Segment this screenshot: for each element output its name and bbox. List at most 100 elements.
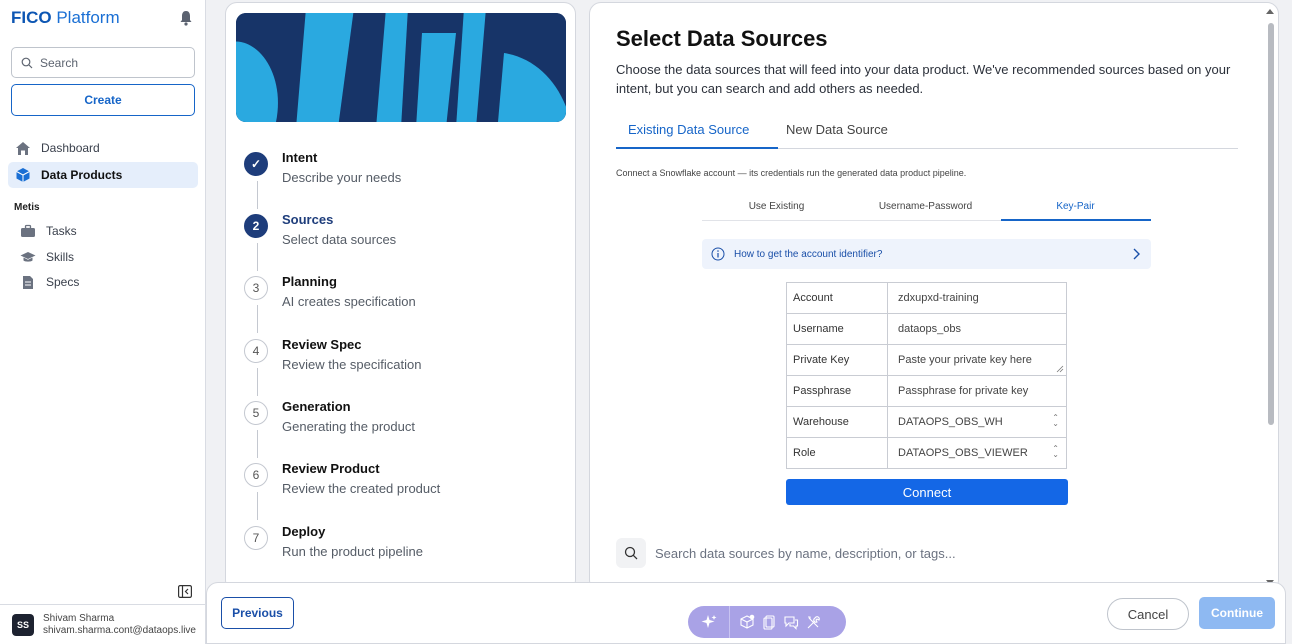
form-row-account: Account zdxupxd-training (786, 282, 1068, 314)
passphrase-placeholder: Passphrase for private key (898, 385, 1029, 397)
data-source-search-input[interactable]: Search data sources by name, description… (616, 538, 1256, 568)
step-description: Select data sources (282, 232, 397, 247)
step-number: 6 (244, 463, 268, 487)
username-input[interactable]: dataops_obs (887, 313, 1067, 345)
cube-icon (16, 168, 30, 182)
sidebar: FICO Platform Search Create Dashboard Da… (0, 0, 206, 644)
step-number: 4 (244, 339, 268, 363)
previous-button[interactable]: Previous (221, 597, 294, 629)
form-row-warehouse: Warehouse DATAOPS_OBS_WH ⌃ ⌄ (786, 406, 1068, 438)
step-number: 2 (244, 214, 268, 238)
connection-hint: Connect a Snowflake account — its creden… (616, 168, 967, 178)
step-title: Deploy (282, 524, 326, 539)
subtab-username-password[interactable]: Username-Password (851, 201, 1000, 212)
form-row-private-key: Private Key Paste your private key here (786, 344, 1068, 376)
steps-panel: ✓ Intent Describe your needs 2 Sources S… (225, 2, 576, 592)
create-button[interactable]: Create (11, 84, 195, 116)
warehouse-value: DATAOPS_OBS_WH (898, 416, 1003, 428)
user-profile[interactable]: SS Shivam Sharma shivam.sharma.cont@data… (0, 604, 206, 644)
step-title: Review Spec (282, 337, 362, 352)
main-panel: Select Data Sources Choose the data sour… (589, 2, 1279, 592)
step-title: Intent (282, 150, 318, 165)
section-label-metis: Metis (14, 202, 40, 213)
sparkle-icon (701, 615, 716, 628)
sidebar-item-label: Specs (46, 275, 80, 289)
select-arrows-icon: ⌃ ⌄ (1052, 444, 1059, 459)
user-email: shivam.sharma.cont@dataops.live (43, 624, 196, 636)
step-connector (257, 430, 258, 458)
username-label: Username (786, 313, 888, 345)
nav-item-dashboard[interactable]: Dashboard (8, 135, 198, 161)
step-connector (257, 368, 258, 396)
info-icon (711, 247, 725, 261)
step-connector (257, 305, 258, 333)
role-value: DATAOPS_OBS_VIEWER (898, 447, 1028, 459)
step-description: Run the product pipeline (282, 544, 423, 559)
tools-icon (807, 615, 820, 628)
collapse-sidebar-icon[interactable] (178, 585, 192, 598)
private-key-textarea[interactable]: Paste your private key here (887, 344, 1067, 376)
subtab-use-existing[interactable]: Use Existing (702, 201, 851, 212)
step-description: AI creates specification (282, 294, 416, 309)
home-icon (16, 141, 30, 155)
form-row-role: Role DATAOPS_OBS_VIEWER ⌃ ⌄ (786, 437, 1068, 469)
step-title: Sources (282, 212, 334, 227)
step-title: Generation (282, 399, 351, 414)
cube-outline-icon (740, 614, 755, 629)
step-title: Review Product (282, 461, 380, 476)
cancel-button[interactable]: Cancel (1107, 598, 1189, 630)
step-description: Describe your needs (282, 170, 402, 185)
nav-item-label: Data Products (41, 168, 123, 182)
private-key-placeholder: Paste your private key here (898, 354, 1032, 366)
hero-banner-image (236, 13, 566, 122)
sidebar-item-specs[interactable]: Specs (20, 272, 79, 292)
nav-item-data-products[interactable]: Data Products (8, 162, 198, 188)
step-connector (257, 243, 258, 271)
search-placeholder: Search data sources by name, description… (655, 545, 956, 561)
ai-sparkle-button[interactable] (688, 606, 730, 638)
account-identifier-help[interactable]: How to get the account identifier? (702, 239, 1151, 269)
search-placeholder: Search (40, 55, 79, 70)
step-connector (257, 181, 258, 209)
avatar: SS (12, 613, 34, 636)
step-title: Planning (282, 274, 337, 289)
resize-handle-icon[interactable] (1056, 365, 1064, 373)
connect-button[interactable]: Connect (786, 479, 1068, 505)
role-label: Role (786, 437, 888, 469)
subtab-key-pair[interactable]: Key-Pair (1001, 201, 1150, 212)
data-product-button[interactable] (736, 606, 758, 638)
page-title: Select Data Sources (616, 26, 828, 51)
tab-new-data-source[interactable]: New Data Source (786, 122, 888, 137)
keypair-form: Account zdxupxd-training Username dataop… (786, 282, 1068, 469)
tools-button[interactable] (802, 606, 824, 638)
search-input[interactable]: Search (11, 47, 195, 78)
user-info: Shivam Sharma shivam.sharma.cont@dataops… (43, 613, 196, 637)
account-input[interactable]: zdxupxd-training (887, 282, 1067, 314)
passphrase-input[interactable]: Passphrase for private key (887, 375, 1067, 407)
scroll-up-arrow[interactable] (1266, 9, 1274, 14)
role-select[interactable]: DATAOPS_OBS_VIEWER ⌃ ⌄ (887, 437, 1067, 469)
page-description: Choose the data sources that will feed i… (616, 62, 1231, 96)
select-arrows-icon: ⌃ ⌄ (1052, 413, 1059, 428)
scrollbar-thumb[interactable] (1268, 23, 1274, 425)
user-name: Shivam Sharma (43, 612, 115, 624)
sidebar-item-label: Tasks (46, 224, 77, 238)
clipboard-button[interactable] (758, 606, 780, 638)
tab-existing-data-source[interactable]: Existing Data Source (628, 122, 749, 137)
check-icon: ✓ (244, 152, 268, 176)
form-row-passphrase: Passphrase Passphrase for private key (786, 375, 1068, 407)
sidebar-item-tasks[interactable]: Tasks (20, 221, 77, 241)
briefcase-icon (21, 224, 35, 237)
continue-button[interactable]: Continue (1199, 597, 1275, 629)
brand-logo[interactable]: FICO Platform (11, 8, 120, 28)
warehouse-select[interactable]: DATAOPS_OBS_WH ⌃ ⌄ (887, 406, 1067, 438)
auth-method-tabs: Use Existing Username-Password Key-Pair (702, 198, 1151, 221)
step-number: 3 (244, 276, 268, 300)
chat-icon (784, 615, 799, 630)
private-key-label: Private Key (786, 344, 888, 376)
step-description: Generating the product (282, 419, 415, 434)
sidebar-item-skills[interactable]: Skills (20, 247, 74, 267)
bell-icon[interactable] (179, 10, 193, 26)
chat-button[interactable] (780, 606, 802, 638)
active-subtab-indicator (1001, 219, 1151, 221)
